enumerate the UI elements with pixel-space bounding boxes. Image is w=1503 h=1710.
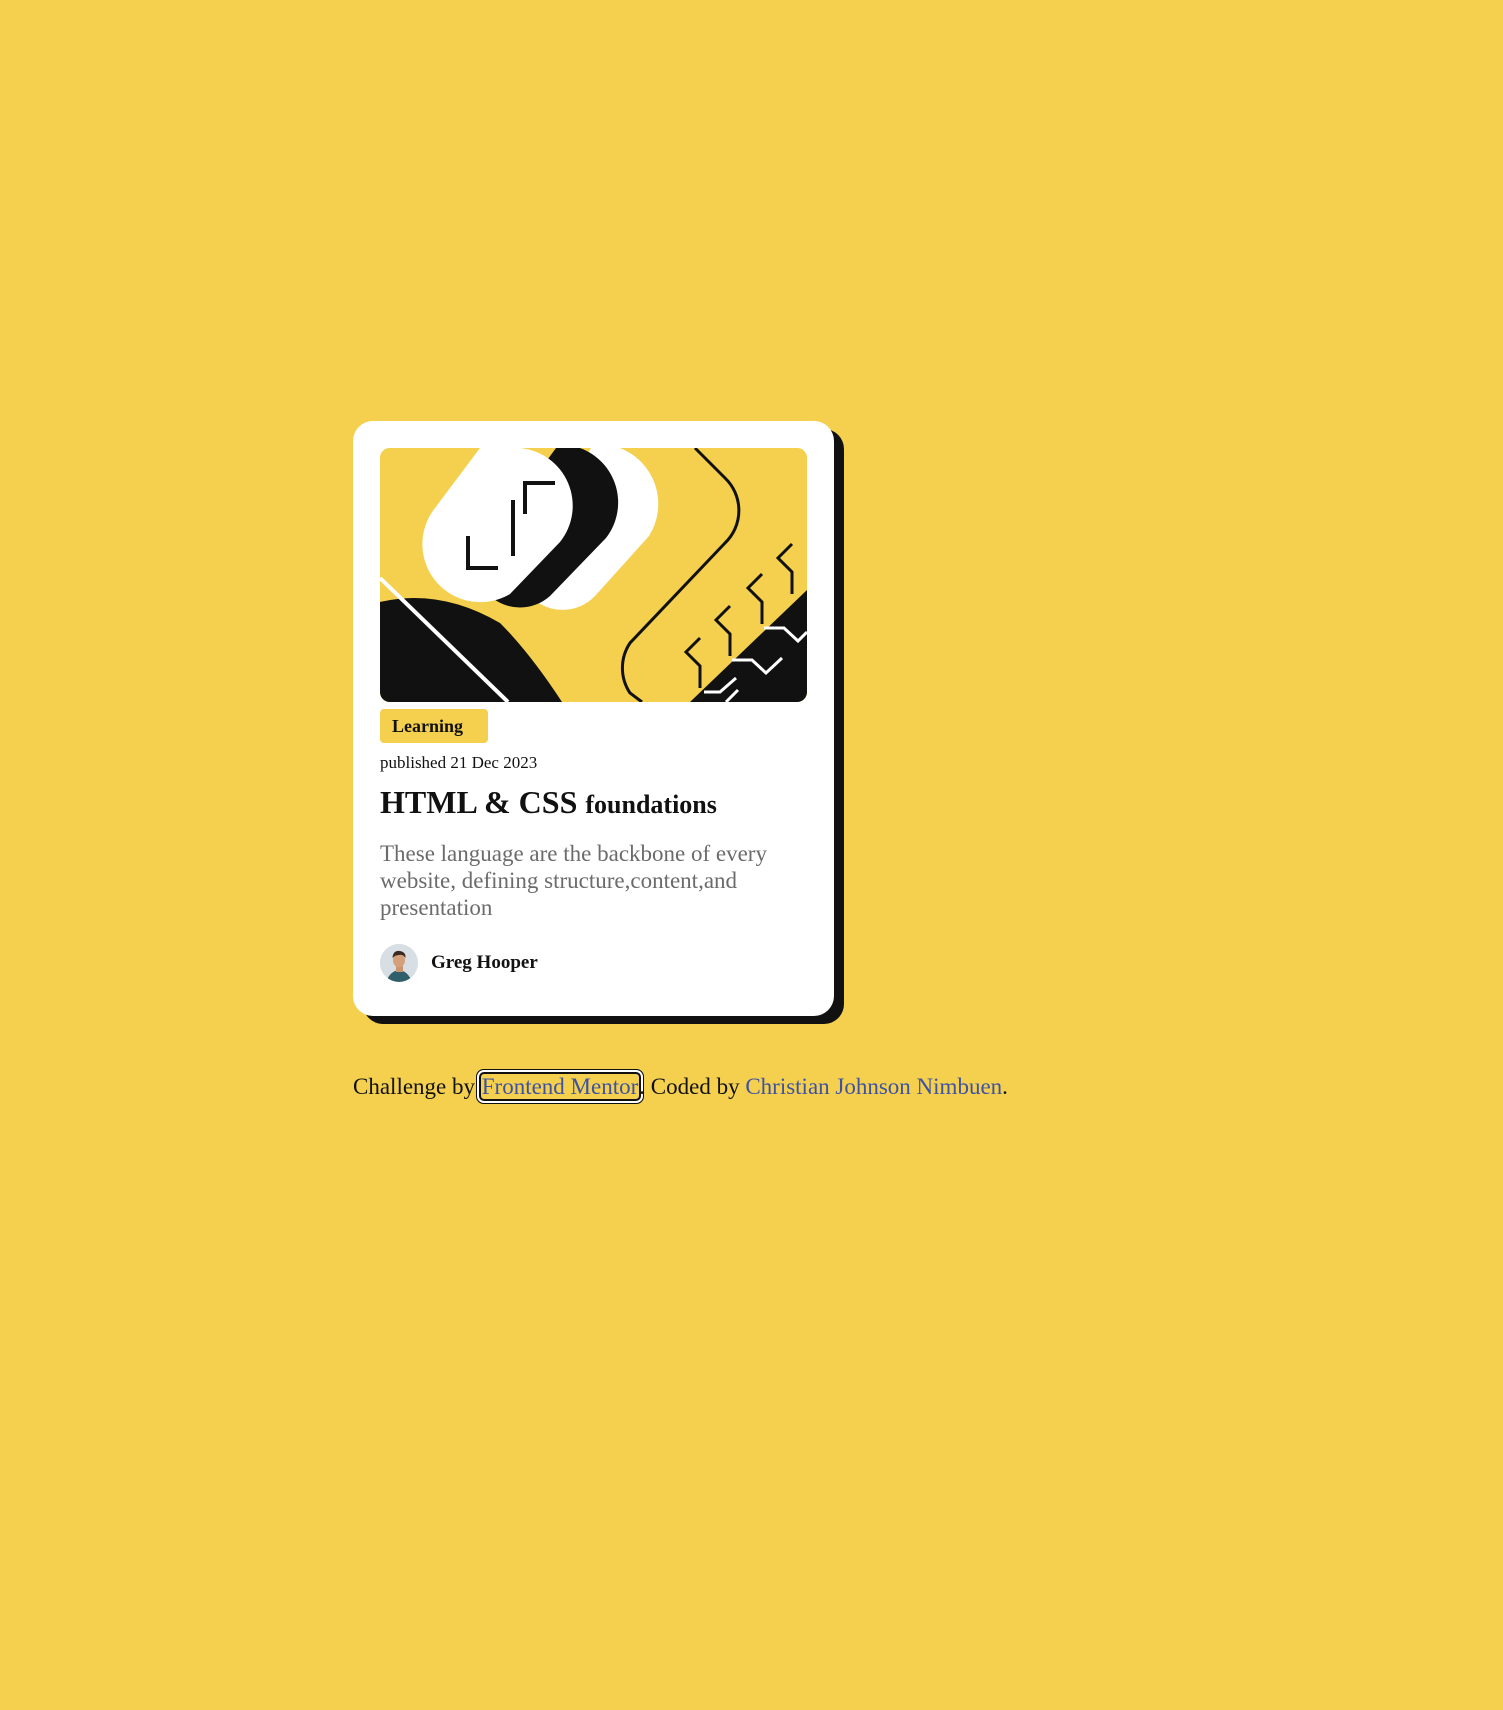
card-title-main[interactable]: HTML & CSS [380,784,577,820]
hero-illustration [380,448,807,702]
attribution-prefix: Challenge by [353,1074,475,1099]
author-link[interactable]: Christian Johnson Nimbuen [745,1074,1002,1099]
blog-preview-card: Learning published 21 Dec 2023 HTML & CS… [353,421,834,1016]
publish-date: published 21 Dec 2023 [380,753,538,772]
avatar-photo-icon [380,944,418,982]
avatar [380,944,418,982]
attribution: Challenge by Frontend Mentor. Coded by C… [353,1072,1008,1101]
author: Greg Hooper [380,943,538,983]
card-title[interactable]: HTML & CSS foundations [380,784,717,821]
frontend-mentor-link[interactable]: Frontend Mentor [478,1072,642,1101]
attribution-middle: . Coded by [639,1074,740,1099]
card-description: These language are the backbone of every… [380,841,767,920]
attribution-suffix: . [1002,1074,1008,1099]
category-tag: Learning [380,709,488,743]
card-title-rest[interactable]: foundations [585,790,717,819]
author-name: Greg Hooper [431,952,538,973]
